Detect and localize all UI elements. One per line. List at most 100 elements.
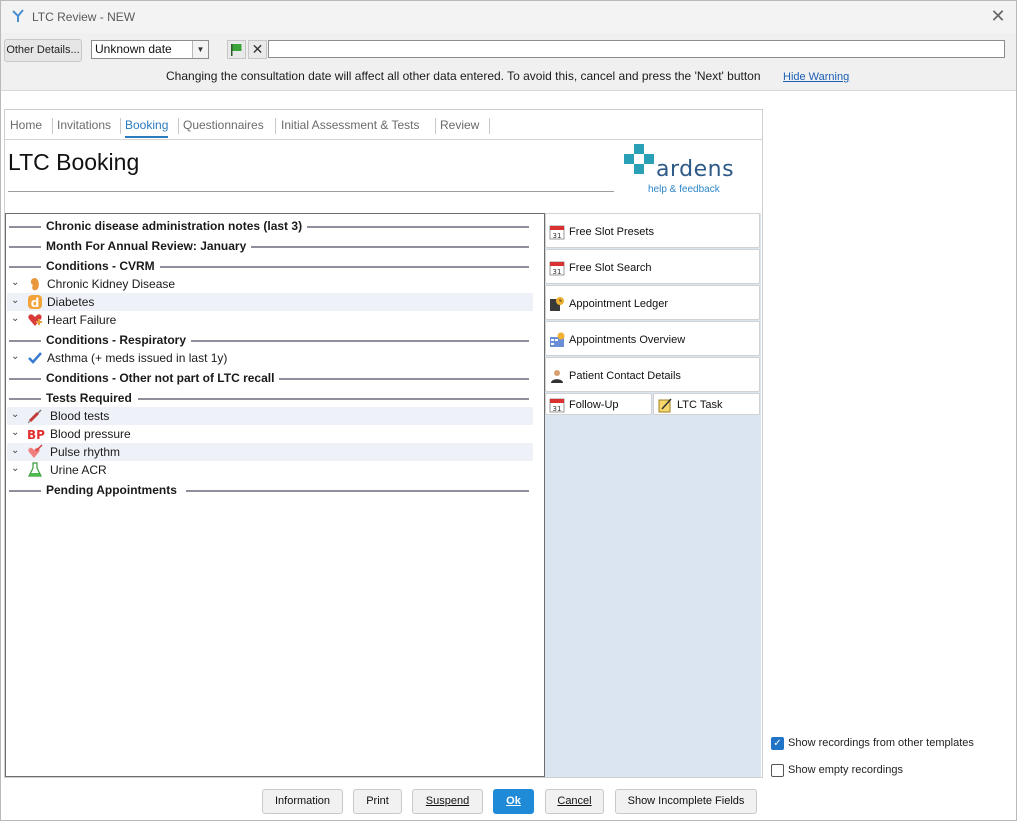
suspend-button[interactable]: Suspend	[412, 789, 483, 814]
app-logo-icon	[12, 9, 24, 22]
close-x-icon: ✕	[251, 41, 264, 57]
section-respiratory: Conditions - Respiratory	[9, 333, 529, 347]
list-item-ckd[interactable]: ⌄ Chronic Kidney Disease	[7, 275, 533, 293]
chevron-down-icon[interactable]: ⌄	[11, 351, 21, 362]
consultation-toolbar: Other Details... Unknown date ▼ ✕ Changi…	[1, 33, 1016, 91]
booking-actions-panel: 31 Free Slot Presets 31 Free Slot Search	[545, 213, 761, 777]
show-other-templates-checkbox[interactable]: ✓ Show recordings from other templates	[771, 736, 991, 752]
ltc-task-button[interactable]: LTC Task	[653, 393, 760, 415]
appointment-ledger-button[interactable]: Appointment Ledger	[545, 285, 760, 320]
task-note-icon	[658, 398, 672, 413]
bp-icon: BP	[27, 428, 45, 442]
checkbox-unchecked-icon[interactable]	[771, 764, 784, 777]
consultation-text-input[interactable]	[268, 40, 1005, 58]
ltc-review-window: LTC Review - NEW ✕ Other Details... Unkn…	[0, 0, 1017, 821]
section-pending-appointments: Pending Appointments	[9, 483, 529, 497]
date-change-warning: Changing the consultation date will affe…	[166, 69, 761, 83]
chevron-down-icon[interactable]: ⌄	[11, 463, 21, 474]
tab-questionnaires[interactable]: Questionnaires	[183, 118, 264, 138]
ardens-wordmark: ardens	[656, 157, 735, 182]
title-bar: LTC Review - NEW ✕	[1, 1, 1016, 33]
tab-review[interactable]: Review	[440, 118, 479, 138]
tab-initial-assessment-tests[interactable]: Initial Assessment & Tests	[281, 118, 420, 138]
template-main-panel: Home Invitations Booking Questionnaires …	[4, 109, 763, 778]
help-feedback-link[interactable]: help & feedback	[648, 184, 720, 195]
person-icon	[551, 370, 563, 383]
booking-list-panel: Chronic disease administration notes (la…	[5, 213, 545, 777]
clear-button[interactable]: ✕	[248, 40, 267, 59]
tab-home[interactable]: Home	[10, 118, 42, 138]
ledger-clock-icon	[550, 297, 564, 311]
patient-contact-details-button[interactable]: Patient Contact Details	[545, 357, 760, 392]
chevron-down-icon[interactable]: ⌄	[11, 295, 21, 306]
tab-divider	[435, 118, 436, 134]
window-title: LTC Review - NEW	[32, 10, 136, 24]
syringe-icon	[27, 409, 42, 424]
flask-icon	[28, 462, 42, 477]
template-tabs: Home Invitations Booking Questionnaires …	[5, 110, 762, 140]
list-item-asthma[interactable]: ⌄ Asthma (+ meds issued in last 1y)	[7, 349, 533, 367]
close-icon[interactable]: ✕	[986, 5, 1010, 29]
tab-divider	[178, 118, 179, 134]
checkbox-checked-icon[interactable]: ✓	[771, 737, 784, 750]
show-incomplete-fields-button[interactable]: Show Incomplete Fields	[615, 789, 757, 814]
calendar-icon: 31	[549, 261, 565, 276]
chevron-down-icon[interactable]: ⌄	[11, 313, 21, 324]
tab-divider	[275, 118, 276, 134]
ardens-cross-icon	[624, 144, 654, 174]
svg-text:31: 31	[553, 405, 562, 413]
kidney-icon	[30, 278, 39, 291]
svg-text:31: 31	[553, 232, 562, 240]
show-empty-recordings-checkbox[interactable]: Show empty recordings	[771, 763, 991, 779]
calendar-icon: 31	[549, 225, 565, 240]
list-item-diabetes[interactable]: ⌄ d Diabetes	[7, 293, 533, 311]
heart-failure-icon	[28, 314, 42, 326]
follow-up-button[interactable]: 31 Follow-Up	[545, 393, 652, 415]
other-details-button[interactable]: Other Details...	[4, 39, 82, 62]
list-item-pulse-rhythm[interactable]: ⌄ Pulse rhythm	[7, 443, 533, 461]
title-divider	[8, 191, 614, 192]
hide-warning-link[interactable]: Hide Warning	[783, 71, 849, 83]
chevron-down-icon[interactable]: ⌄	[11, 445, 21, 456]
svg-text:BP: BP	[27, 428, 45, 442]
free-slot-presets-button[interactable]: 31 Free Slot Presets	[545, 213, 760, 248]
tab-divider	[52, 118, 53, 134]
checkmark-icon	[28, 352, 42, 364]
tab-booking[interactable]: Booking	[125, 118, 169, 138]
diabetes-icon: d	[28, 295, 42, 310]
svg-text:d: d	[31, 296, 40, 310]
date-value: Unknown date	[95, 42, 172, 56]
chevron-down-icon[interactable]: ⌄	[11, 427, 21, 438]
page-title: LTC Booking	[8, 149, 140, 175]
content-top-strip	[2, 93, 1015, 109]
tab-divider	[120, 118, 121, 134]
list-item-urine-acr[interactable]: ⌄ Urine ACR	[7, 461, 533, 479]
list-item-heart-failure[interactable]: ⌄ Heart Failure	[7, 311, 533, 329]
calendar-clock-icon	[550, 332, 565, 347]
tab-invitations[interactable]: Invitations	[57, 118, 111, 138]
green-flag-icon	[231, 44, 242, 56]
calendar-icon: 31	[549, 398, 565, 413]
tab-divider	[489, 118, 490, 134]
ok-button[interactable]: Ok	[493, 789, 534, 814]
list-item-blood-pressure[interactable]: ⌄ BP Blood pressure	[7, 425, 533, 443]
information-button[interactable]: Information	[262, 789, 343, 814]
section-other-conditions: Conditions - Other not part of LTC recal…	[9, 371, 529, 385]
chevron-down-icon[interactable]: ⌄	[11, 277, 21, 288]
list-item-blood-tests[interactable]: ⌄ Blood tests	[7, 407, 533, 425]
flag-button[interactable]	[227, 40, 246, 59]
free-slot-search-button[interactable]: 31 Free Slot Search	[545, 249, 760, 284]
print-button[interactable]: Print	[353, 789, 402, 814]
consultation-date-select[interactable]: Unknown date ▼	[91, 40, 209, 59]
appointments-overview-button[interactable]: Appointments Overview	[545, 321, 760, 356]
svg-text:31: 31	[553, 268, 562, 276]
pulse-heart-icon	[28, 444, 43, 458]
chevron-down-icon[interactable]: ⌄	[11, 409, 21, 420]
chevron-down-icon[interactable]: ▼	[192, 41, 208, 58]
section-month-review: Month For Annual Review: January	[9, 239, 529, 253]
section-cvrm: Conditions - CVRM	[9, 259, 529, 273]
cancel-button[interactable]: Cancel	[545, 789, 604, 814]
section-admin-notes: Chronic disease administration notes (la…	[9, 219, 529, 233]
section-tests-required: Tests Required	[9, 391, 529, 405]
ardens-logo[interactable]: ardens help & feedback	[623, 143, 735, 199]
